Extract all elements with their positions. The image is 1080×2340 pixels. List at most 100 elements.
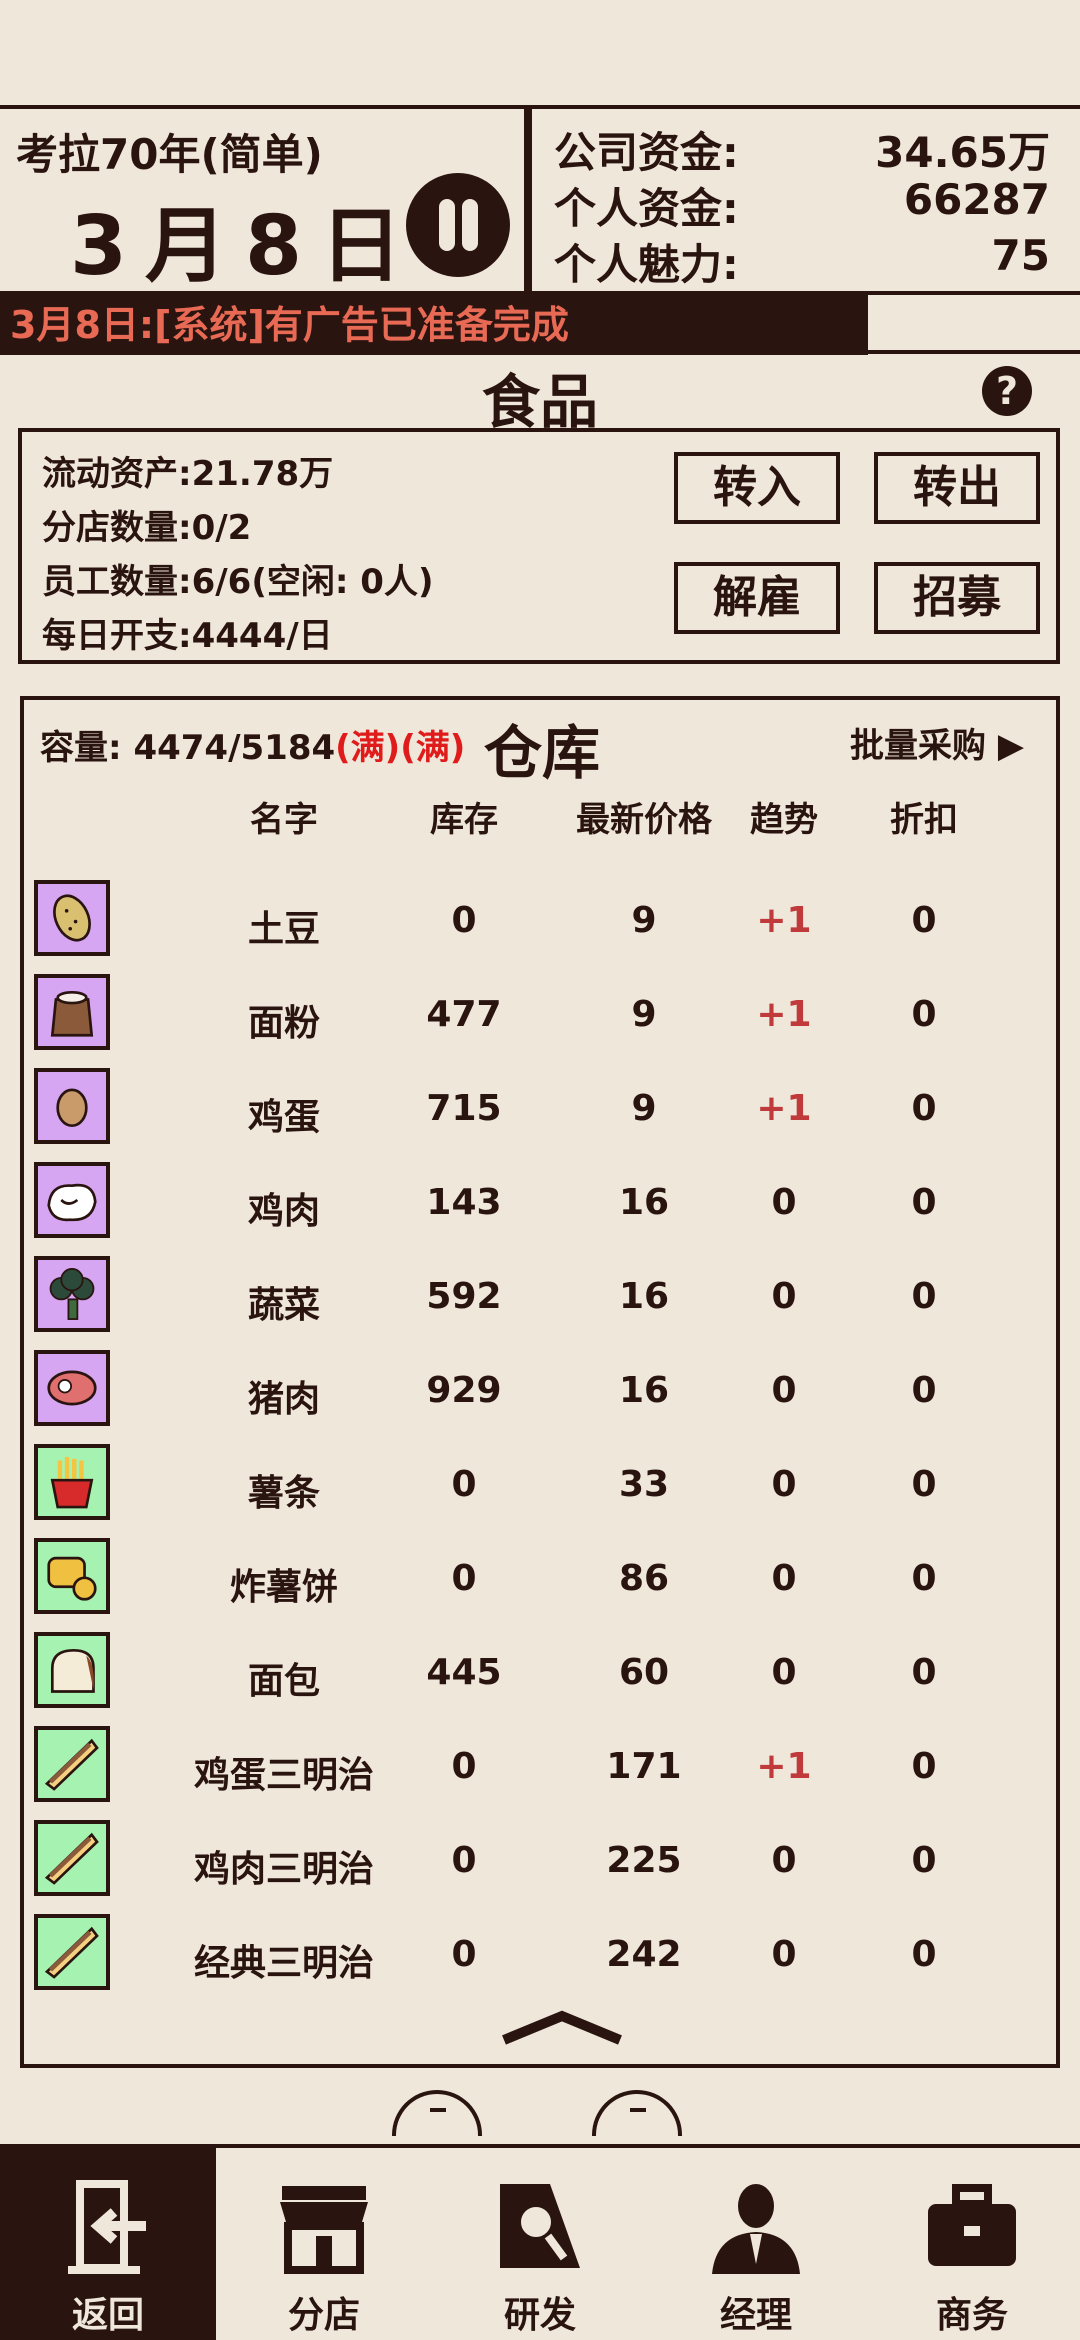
half-circle-button[interactable] — [392, 2090, 482, 2136]
column-header-discount: 折扣 — [890, 800, 958, 840]
fries-icon — [34, 1444, 110, 1520]
divider — [430, 2108, 446, 2112]
item-discount: 0 — [911, 1652, 937, 1693]
item-price: 16 — [618, 1182, 670, 1223]
capacity-value: 4474/5184 — [133, 728, 336, 768]
bread-icon — [34, 1632, 110, 1708]
charm-row: 个人魅力: 75 — [554, 231, 1060, 289]
funds-panel: 公司资金: 34.65万 个人资金: 66287 个人魅力: 75 — [528, 105, 1080, 295]
item-row[interactable]: 面粉 477 9 +1 0 — [24, 970, 1056, 1064]
item-trend: 0 — [771, 1840, 797, 1881]
item-row[interactable]: 猪肉 929 16 0 0 — [24, 1346, 1056, 1440]
news-ticker[interactable]: 3月8日:[系统]有广告已准备完成 — [0, 295, 868, 355]
bottom-nav: 返回 分店 研发 经理 商务 — [0, 2144, 1080, 2340]
item-name: 鸡蛋三明治 — [193, 1755, 374, 1796]
item-row[interactable]: 蔬菜 592 16 0 0 — [24, 1252, 1056, 1346]
potato-icon — [34, 880, 110, 956]
nav-label: 研发 — [503, 2295, 576, 2336]
item-row[interactable]: 土豆 0 9 +1 0 — [24, 876, 1056, 970]
item-stock: 929 — [426, 1370, 502, 1411]
item-row[interactable]: 经典三明治 0 242 0 0 — [24, 1910, 1056, 2004]
item-name: 炸薯饼 — [229, 1567, 338, 1608]
item-stock: 0 — [451, 1558, 477, 1599]
item-row[interactable]: 鸡肉三明治 0 225 0 0 — [24, 1816, 1056, 1910]
item-row[interactable]: 鸡蛋 715 9 +1 0 — [24, 1064, 1056, 1158]
item-discount: 0 — [911, 1276, 937, 1317]
nav-manager[interactable]: 经理 — [648, 2148, 864, 2340]
chicken-icon — [34, 1162, 110, 1238]
item-trend: 0 — [771, 1934, 797, 1975]
steak-icon — [34, 1350, 110, 1426]
item-name: 经典三明治 — [193, 1943, 374, 1984]
item-price: 86 — [618, 1558, 670, 1599]
branches-text: 分店数量:0/2 — [42, 508, 252, 548]
bulk-buy-button[interactable]: 批量采购 ▶ — [850, 718, 1024, 767]
department-info: 流动资产:21.78万 分店数量:0/2 员工数量:6/6(空闲: 0人) 每日… — [18, 428, 1060, 664]
transfer-out-button[interactable]: 转出 — [874, 452, 1040, 524]
item-trend: +1 — [756, 900, 812, 941]
item-stock: 445 — [426, 1652, 502, 1693]
item-discount: 0 — [911, 1088, 937, 1129]
nav-label: 经理 — [719, 2295, 792, 2336]
item-discount: 0 — [911, 1182, 937, 1223]
capacity-text: 容量: 4474/5184(满)(满) — [40, 720, 465, 769]
capacity-label: 容量: — [40, 728, 122, 768]
item-price: 9 — [631, 994, 657, 1035]
date-panel: 考拉70年(简单) 3月8日 — [0, 105, 528, 295]
current-date: 3月8日 — [70, 199, 421, 294]
personal-funds-row: 个人资金: 66287 — [554, 175, 1060, 233]
half-circle-button[interactable] — [592, 2090, 682, 2136]
item-stock: 0 — [451, 900, 477, 941]
warehouse-panel: 容量: 4474/5184(满)(满) 仓库 批量采购 ▶ 名字 库存 最新价格… — [20, 696, 1060, 2068]
full-badge: (满) — [400, 728, 466, 768]
staff-text: 员工数量:6/6(空闲: 0人) — [42, 562, 434, 602]
item-row[interactable]: 鸡蛋三明治 0 171 +1 0 — [24, 1722, 1056, 1816]
item-trend: 0 — [771, 1652, 797, 1693]
item-price: 16 — [618, 1276, 670, 1317]
item-discount: 0 — [911, 1840, 937, 1881]
item-stock: 0 — [451, 1746, 477, 1787]
broccoli-icon — [34, 1256, 110, 1332]
item-stock: 0 — [451, 1464, 477, 1505]
charm-value: 75 — [991, 231, 1050, 280]
company-funds-row: 公司资金: 34.65万 — [554, 119, 1060, 177]
difficulty-label: 考拉70年(简单) — [16, 130, 323, 179]
recruit-button[interactable]: 招募 — [874, 562, 1040, 634]
item-name: 薯条 — [247, 1473, 320, 1514]
item-name: 面粉 — [247, 1003, 320, 1044]
item-discount: 0 — [911, 900, 937, 941]
section-title: 食品 — [481, 368, 598, 436]
help-icon[interactable]: ? — [982, 366, 1032, 416]
item-discount: 0 — [911, 1746, 937, 1787]
item-trend: 0 — [771, 1182, 797, 1223]
item-row[interactable]: 面包 445 60 0 0 — [24, 1628, 1056, 1722]
column-header-trend: 趋势 — [750, 800, 818, 840]
fire-button[interactable]: 解雇 — [674, 562, 840, 634]
item-trend: 0 — [771, 1558, 797, 1599]
egg-icon — [34, 1068, 110, 1144]
charm-label: 个人魅力: — [554, 240, 739, 289]
nav-branch[interactable]: 分店 — [216, 2148, 432, 2340]
item-trend: 0 — [771, 1464, 797, 1505]
nav-back[interactable]: 返回 — [0, 2148, 216, 2340]
transfer-in-button[interactable]: 转入 — [674, 452, 840, 524]
item-name: 鸡蛋 — [247, 1097, 320, 1138]
item-row[interactable]: 薯条 0 33 0 0 — [24, 1440, 1056, 1534]
item-row[interactable]: 炸薯饼 0 86 0 0 — [24, 1534, 1056, 1628]
item-price: 171 — [606, 1746, 682, 1787]
item-trend: +1 — [756, 1746, 812, 1787]
nav-business[interactable]: 商务 — [864, 2148, 1080, 2340]
item-stock: 715 — [426, 1088, 502, 1129]
item-row[interactable]: 鸡肉 143 16 0 0 — [24, 1158, 1056, 1252]
item-trend: +1 — [756, 1088, 812, 1129]
full-badge: (满) — [335, 728, 401, 768]
item-name: 鸡肉三明治 — [193, 1849, 374, 1890]
sandwich-icon — [34, 1820, 110, 1896]
item-trend: 0 — [771, 1370, 797, 1411]
manager-icon — [712, 2184, 800, 2274]
item-price: 9 — [631, 1088, 657, 1129]
nav-research[interactable]: 研发 — [432, 2148, 648, 2340]
collapse-chevron-icon[interactable] — [500, 2010, 624, 2046]
item-discount: 0 — [911, 994, 937, 1035]
pause-icon[interactable] — [406, 173, 510, 277]
